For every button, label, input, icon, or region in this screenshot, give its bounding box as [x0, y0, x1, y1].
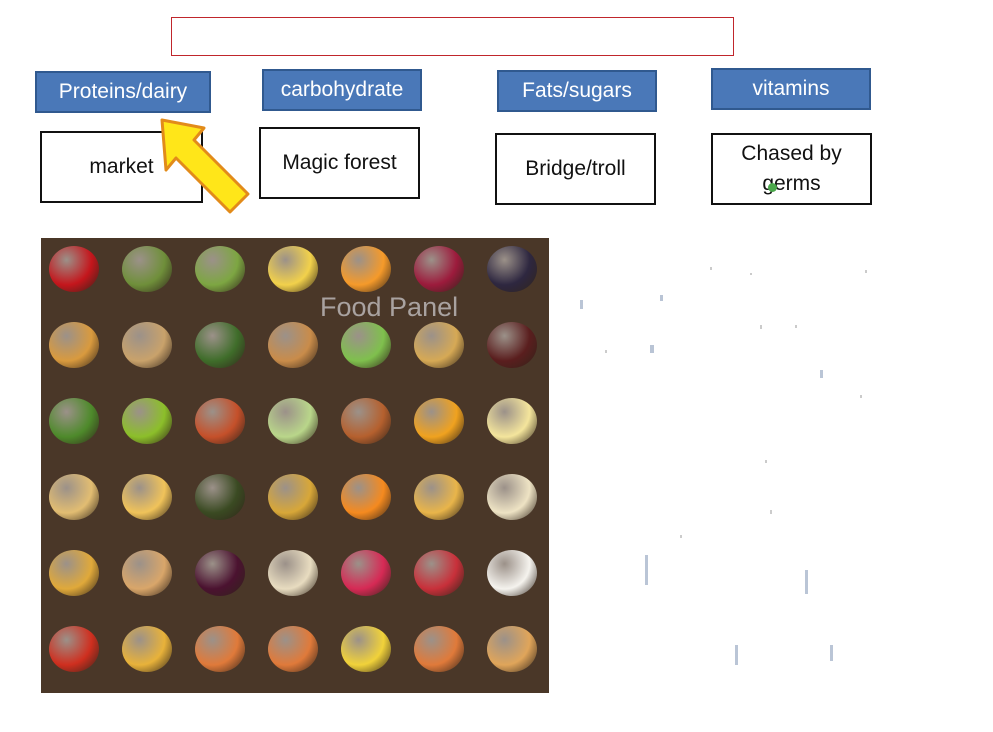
- pie-slice-icon[interactable]: [118, 318, 176, 372]
- grated-cheese-icon[interactable]: [118, 470, 176, 524]
- spaghetti-plate-icon[interactable]: [191, 622, 249, 676]
- pita-bread-icon[interactable]: [118, 546, 176, 600]
- tomato-soup-icon[interactable]: [45, 622, 103, 676]
- potatoes-icon[interactable]: [45, 470, 103, 524]
- macaroni-icon[interactable]: [118, 622, 176, 676]
- beetroot-icon[interactable]: [410, 242, 468, 296]
- pancake-icon[interactable]: [264, 318, 322, 372]
- yellow-arrow-icon[interactable]: [158, 118, 250, 214]
- corn-icon[interactable]: [337, 622, 395, 676]
- rice-dish-icon[interactable]: [410, 318, 468, 372]
- banana-icon[interactable]: [264, 242, 322, 296]
- leek-icon[interactable]: [264, 394, 322, 448]
- place-chased-by-germs[interactable]: Chased by germs: [711, 133, 872, 205]
- mayonnaise-icon[interactable]: [483, 394, 541, 448]
- rice-bowl-icon[interactable]: [483, 546, 541, 600]
- lentils-icon[interactable]: [337, 394, 395, 448]
- apple-icon[interactable]: [45, 242, 103, 296]
- rhubarb-icon[interactable]: [410, 546, 468, 600]
- parsnip-icon[interactable]: [483, 470, 541, 524]
- avocado-icon[interactable]: [191, 242, 249, 296]
- pineapple-icon[interactable]: [45, 546, 103, 600]
- food-panel: Food Panel: [41, 238, 549, 693]
- porridge-icon[interactable]: [264, 546, 322, 600]
- lasagna-icon[interactable]: [191, 394, 249, 448]
- food-panel-label: Food Panel: [320, 292, 459, 322]
- olives-icon[interactable]: [191, 470, 249, 524]
- raspberries-icon[interactable]: [337, 546, 395, 600]
- cucumber-icon[interactable]: [337, 318, 395, 372]
- mango-icon[interactable]: [410, 394, 468, 448]
- zucchini-icon[interactable]: [191, 318, 249, 372]
- kiwi-icon[interactable]: [118, 394, 176, 448]
- title-input-box[interactable]: [171, 17, 734, 56]
- category-proteins-dairy[interactable]: Proteins/dairy: [35, 71, 211, 113]
- spaghetti-plate-icon[interactable]: [264, 622, 322, 676]
- chicken-nuggets-icon[interactable]: [45, 318, 103, 372]
- plums-icon[interactable]: [191, 546, 249, 600]
- toast-icon[interactable]: [483, 622, 541, 676]
- kale-icon[interactable]: [45, 394, 103, 448]
- spaghetti-plate-icon[interactable]: [410, 622, 468, 676]
- asparagus-icon[interactable]: [118, 242, 176, 296]
- category-vitamins[interactable]: vitamins: [711, 68, 871, 110]
- fries-icon[interactable]: [410, 470, 468, 524]
- samosa-icon[interactable]: [264, 470, 322, 524]
- cursor-dot: [768, 183, 777, 192]
- place-bridge-troll[interactable]: Bridge/troll: [495, 133, 656, 205]
- category-carbohydrate[interactable]: carbohydrate: [262, 69, 422, 111]
- place-magic-forest[interactable]: Magic forest: [259, 127, 420, 199]
- oranges-icon[interactable]: [337, 470, 395, 524]
- dates-icon[interactable]: [483, 318, 541, 372]
- apricot-icon[interactable]: [337, 242, 395, 296]
- category-fats-sugars[interactable]: Fats/sugars: [497, 70, 657, 112]
- blackberry-icon[interactable]: [483, 242, 541, 296]
- faded-text-area: [580, 267, 867, 665]
